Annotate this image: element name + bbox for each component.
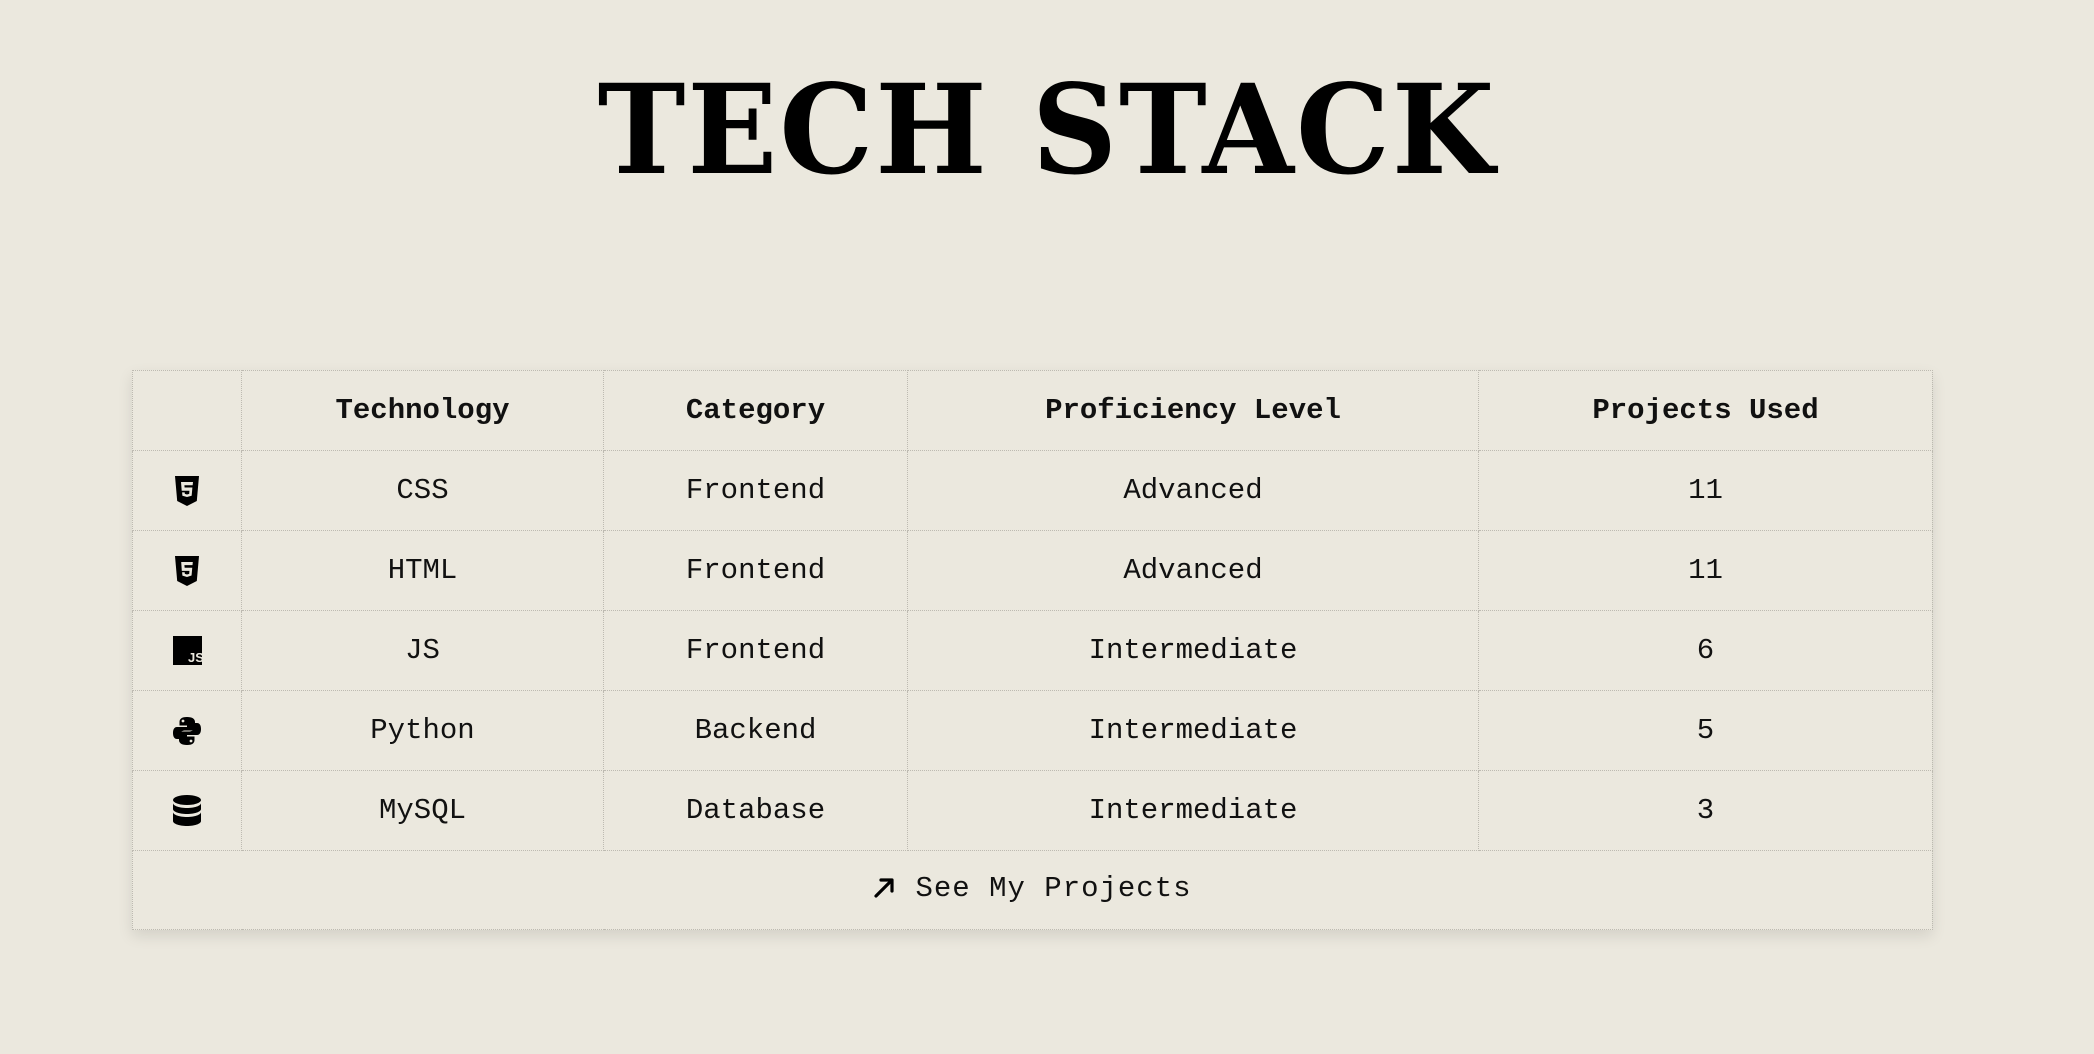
icon-cell xyxy=(132,450,242,531)
header-technology: Technology xyxy=(241,370,604,451)
header-proficiency-level: Proficiency Level xyxy=(907,370,1479,451)
technology-cell: HTML xyxy=(241,530,604,611)
technology-cell: Python xyxy=(241,690,604,771)
technology-cell: JS xyxy=(241,610,604,691)
icon-cell xyxy=(132,770,242,851)
proficiency-cell: Intermediate xyxy=(907,610,1479,691)
proficiency-cell: Advanced xyxy=(907,530,1479,611)
category-cell: Backend xyxy=(603,690,908,771)
javascript-icon: JS xyxy=(172,636,202,665)
icon-cell xyxy=(132,690,242,771)
projects-used-cell: 5 xyxy=(1478,690,1933,771)
technology-cell: CSS xyxy=(241,450,604,531)
table-row: CSS Frontend Advanced 11 xyxy=(132,450,1933,531)
database-icon xyxy=(173,794,201,826)
footer-cell: See My Projects xyxy=(132,850,1933,930)
html5-icon xyxy=(175,555,199,586)
header-icon-column xyxy=(132,370,242,451)
projects-used-cell: 3 xyxy=(1478,770,1933,851)
table-header-row: Technology Category Proficiency Level Pr… xyxy=(132,370,1933,451)
category-cell: Frontend xyxy=(603,530,908,611)
projects-used-cell: 11 xyxy=(1478,530,1933,611)
category-cell: Frontend xyxy=(603,450,908,531)
see-my-projects-label: See My Projects xyxy=(915,871,1192,905)
proficiency-cell: Intermediate xyxy=(907,690,1479,771)
table-row: HTML Frontend Advanced 11 xyxy=(132,530,1933,611)
css3-icon xyxy=(175,475,199,506)
tech-stack-table-card: Technology Category Proficiency Level Pr… xyxy=(132,370,1933,930)
python-icon xyxy=(173,716,201,745)
table-row: JS JS Frontend Intermediate 6 xyxy=(132,610,1933,691)
page-title: TECH STACK xyxy=(597,56,1497,203)
table-row: Python Backend Intermediate 5 xyxy=(132,690,1933,771)
proficiency-cell: Intermediate xyxy=(907,770,1479,851)
technology-cell: MySQL xyxy=(241,770,604,851)
icon-cell xyxy=(132,530,242,611)
tech-stack-table: Technology Category Proficiency Level Pr… xyxy=(132,370,1933,930)
projects-used-cell: 6 xyxy=(1478,610,1933,691)
header-projects-used: Projects Used xyxy=(1478,370,1933,451)
category-cell: Database xyxy=(603,770,908,851)
table-footer-row: See My Projects xyxy=(132,850,1933,930)
title-wrapper: TECH STACK xyxy=(0,57,2094,203)
svg-text:JS: JS xyxy=(188,650,202,665)
header-category: Category xyxy=(603,370,908,451)
table-row: MySQL Database Intermediate 3 xyxy=(132,770,1933,851)
see-my-projects-link[interactable]: See My Projects xyxy=(873,872,1191,905)
projects-used-cell: 11 xyxy=(1478,450,1933,531)
arrow-up-right-icon xyxy=(874,878,895,898)
category-cell: Frontend xyxy=(603,610,908,691)
icon-cell: JS xyxy=(132,610,242,691)
proficiency-cell: Advanced xyxy=(907,450,1479,531)
